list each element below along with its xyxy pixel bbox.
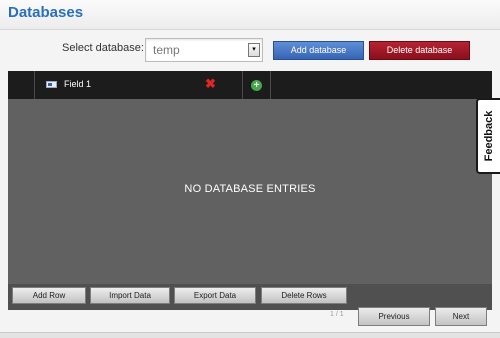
add-field-icon[interactable]: + — [251, 80, 262, 91]
previous-page-button[interactable]: Previous — [358, 307, 430, 326]
empty-state-message: NO DATABASE ENTRIES — [184, 183, 316, 195]
chevron-down-icon[interactable]: ▾ — [248, 43, 260, 57]
database-table: Field 1 ✖ + NO DATABASE ENTRIES Add Row … — [8, 71, 492, 310]
field-type-icon — [46, 81, 57, 88]
databases-panel: Databases Select database: temp ▾ Add da… — [0, 0, 500, 333]
page-title: Databases — [8, 4, 84, 21]
delete-database-button[interactable]: Delete database — [369, 41, 470, 60]
panel-header: Databases — [0, 0, 500, 30]
next-page-button[interactable]: Next — [435, 307, 487, 326]
export-data-button[interactable]: Export Data — [174, 287, 256, 304]
database-select[interactable]: temp ▾ — [145, 38, 263, 62]
table-header: Field 1 ✖ + — [8, 71, 492, 99]
add-row-button[interactable]: Add Row — [12, 287, 86, 304]
remove-field-icon[interactable]: ✖ — [205, 76, 216, 92]
column-divider — [270, 71, 271, 99]
column-divider — [242, 71, 243, 99]
import-data-button[interactable]: Import Data — [90, 287, 170, 304]
select-database-label: Select database: — [62, 42, 144, 54]
delete-rows-button[interactable]: Delete Rows — [261, 287, 347, 304]
add-database-button[interactable]: Add database — [273, 41, 364, 60]
column-divider — [34, 71, 35, 99]
pagination-info: 1 / 1 — [330, 311, 344, 318]
column-header-field-1[interactable]: Field 1 — [64, 79, 91, 89]
database-select-value: temp — [153, 43, 180, 57]
feedback-tab[interactable]: Feedback — [476, 98, 500, 174]
feedback-label: Feedback — [483, 110, 495, 162]
